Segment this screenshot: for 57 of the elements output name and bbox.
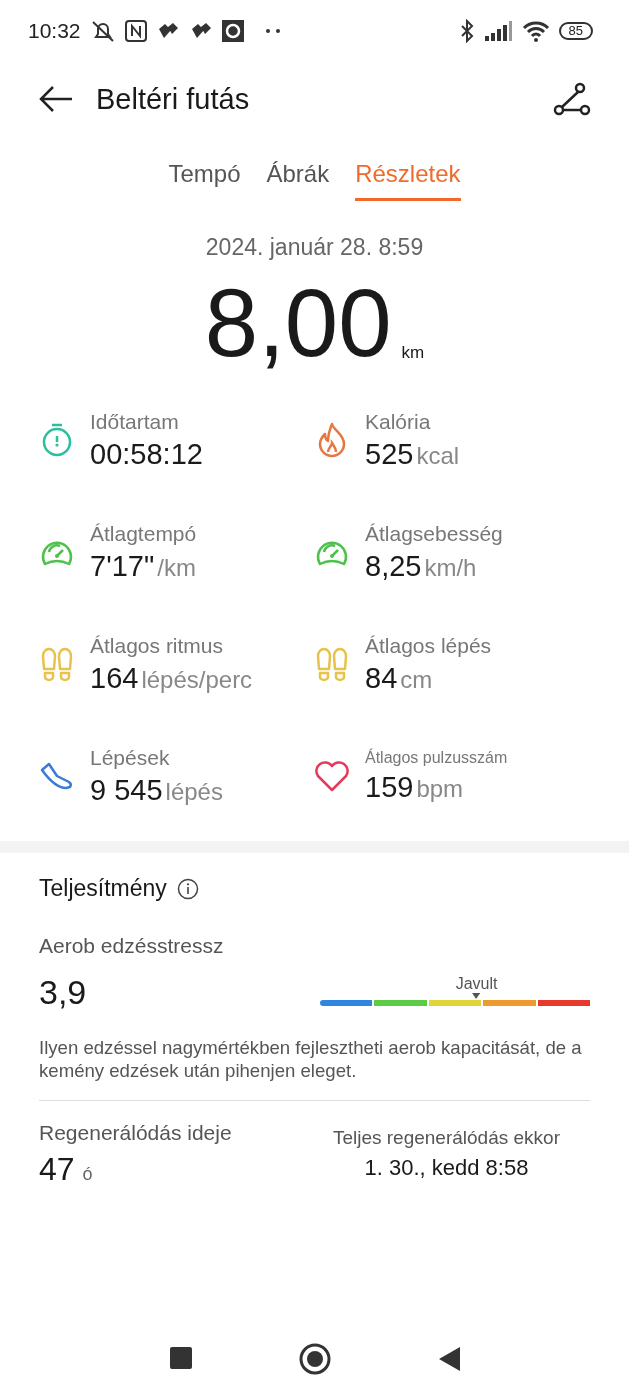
footprints-icon [314,646,350,682]
stat-label: Átlagos ritmus [90,633,225,658]
stat-label: Lépések [90,745,171,770]
stat-value: 164 [90,661,139,695]
clock-time: 10:32 [28,19,81,43]
footprints-icon [39,646,75,682]
stat-label: Kalória [365,409,432,434]
info-button[interactable] [176,877,199,900]
stat-label: Átlagos pulzusszám [365,748,508,767]
distance-unit: km [401,343,425,364]
stat-value: 84 [365,661,398,695]
stat-value: 9 545 [90,773,163,807]
stat-label: Átlagsebesség [365,521,503,546]
stat-value: 159 [365,770,414,804]
description-text: Ilyen edzéssel nagymértékben fejlesztheti aerob kapacitását, de a kemény edzések után pihenjen eleget. [39,1036,590,1101]
route-button[interactable] [553,82,591,116]
metric-unit: ó [82,1164,93,1185]
recovery-label: Teljes regenerálódás ekkor [332,1127,560,1149]
home-circle-icon [298,1343,331,1375]
metric-label: Regenerálódás ideje [39,1121,232,1145]
stat-unit: cm [400,665,433,694]
signal-icon [484,21,513,41]
home-button[interactable] [298,1343,331,1375]
stat-unit: lépés/perc [141,665,253,694]
marker-triangle-icon [472,993,481,999]
nfc-icon [124,20,147,42]
metric-value: 47 [39,1151,75,1188]
camera-app-icon [221,20,244,42]
scale-marker-label: Javult [455,975,498,993]
wifi-icon [521,20,550,42]
tab[interactable]: Ábrák [266,152,330,201]
muted-bell-icon [89,19,116,43]
stat-unit: lépés [165,777,223,806]
section-title: Teljesítmény [39,875,167,902]
battery-level: 85 [558,22,593,40]
stat-label: Átlagos lépés [365,633,492,658]
stat-unit: bpm [416,774,464,803]
stat-unit: km/h [424,553,477,582]
metric-label: Aerob edzésstressz [39,934,225,958]
back-arrow-icon [38,84,74,114]
recovery-time: 1. 30., kedd 8:58 [364,1155,529,1181]
stat-label: Átlagtempó [90,521,197,546]
stat-unit: kcal [416,441,460,470]
stat-label: Időtartam [90,409,180,434]
stat-unit: /km [157,553,196,582]
back-button[interactable] [38,84,74,114]
stat-value: 8,25 [365,549,422,583]
workout-date: 2024. január 28. 8:59 [205,234,424,261]
route-icon [553,82,591,116]
stat-value: 525 [365,437,414,471]
metric-value: 3,9 [39,973,87,1012]
distance-value: 8,00 [204,275,392,371]
page-title: Beltéri futás [96,82,251,116]
stat-value: 00:58:12 [90,437,203,471]
tab[interactable]: Tempó [168,152,241,201]
info-icon [176,877,199,900]
stat-value: 7'17" [90,549,155,583]
